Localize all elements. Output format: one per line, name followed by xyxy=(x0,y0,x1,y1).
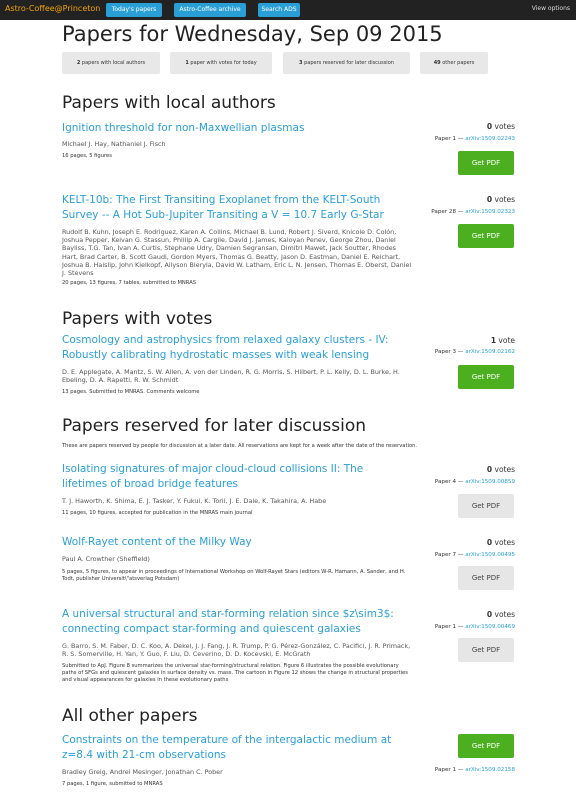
get-pdf-button[interactable]: Get PDF xyxy=(458,224,514,248)
paper-title[interactable]: Constraints on the temperature of the in… xyxy=(62,733,407,763)
arxiv-link[interactable]: arXiv:1509.02243 xyxy=(465,136,515,142)
paper-authors: Bradley Greig, Andrei Mesinger, Jonathan… xyxy=(62,768,223,776)
section-heading-local: Papers with local authors xyxy=(62,93,276,113)
get-pdf-button[interactable]: Get PDF xyxy=(458,566,514,590)
paper-title[interactable]: A universal structural and star-forming … xyxy=(62,607,407,637)
paper-comment: 5 pages, 5 figures, to appear in proceed… xyxy=(62,569,406,583)
paper-reference: Paper 1 — arXiv:1509.02158 xyxy=(434,767,515,773)
vote-count: 0 votes xyxy=(486,465,515,474)
section-heading-other: All other papers xyxy=(62,706,198,726)
vote-count: 1 vote xyxy=(490,336,515,345)
search-ads-button[interactable]: Search ADS xyxy=(258,3,300,17)
get-pdf-button[interactable]: Get PDF xyxy=(458,365,514,389)
paper-title[interactable]: Ignition threshold for non-Maxwellian pl… xyxy=(62,121,407,136)
paper-authors: T. J. Haworth, K. Shima, E. J. Tasker, Y… xyxy=(62,497,327,505)
paper-reference: Paper 1 — arXiv:1509.00469 xyxy=(434,624,515,630)
paper-title[interactable]: Cosmology and astrophysics from relaxed … xyxy=(62,333,407,363)
arxiv-link[interactable]: arXiv:1509.02323 xyxy=(465,209,515,215)
summary-reserved[interactable]: 3 papers reserved for later discussion xyxy=(283,52,410,74)
paper-reference: Paper 4 — arXiv:1509.00859 xyxy=(434,479,515,485)
arxiv-link[interactable]: arXiv:1509.00859 xyxy=(465,479,515,485)
paper-comment: 7 pages, 1 figure, submitted to MNRAS xyxy=(62,781,163,787)
paper-authors: G. Barro, S. M. Faber, D. C. Koo, A. Dek… xyxy=(62,642,411,659)
paper-comment: 16 pages, 5 figures xyxy=(62,153,112,159)
arxiv-link[interactable]: arXiv:1509.02158 xyxy=(465,767,515,773)
get-pdf-button[interactable]: Get PDF xyxy=(458,638,514,662)
vote-count: 0 votes xyxy=(486,538,515,547)
paper-authors: D. E. Applegate, A. Mantz, S. W. Allen, … xyxy=(62,368,400,385)
paper-comment: Submitted to ApJ. Figure 8 summarizes th… xyxy=(62,663,408,684)
get-pdf-button[interactable]: Get PDF xyxy=(458,494,514,518)
paper-comment: 20 pages, 13 figures, 7 tables, submitte… xyxy=(62,280,197,286)
paper-reference: Paper 3 — arXiv:1509.02162 xyxy=(434,349,515,355)
summary-other[interactable]: 49 other papers xyxy=(420,52,488,74)
arxiv-link[interactable]: arXiv:1509.02162 xyxy=(465,349,515,355)
paper-authors: Paul A. Crowther (Sheffield) xyxy=(62,555,150,563)
vote-count: 0 votes xyxy=(486,195,515,204)
arxiv-link[interactable]: arXiv:1509.00469 xyxy=(465,624,515,630)
section-heading-votes: Papers with votes xyxy=(62,309,213,329)
archive-button[interactable]: Astro-Coffee archive xyxy=(174,3,246,17)
summary-votes[interactable]: 1 paper with votes for today xyxy=(170,52,272,74)
paper-comment: 13 pages. Submitted to MNRAS. Comments w… xyxy=(62,389,200,395)
page-title: Papers for Wednesday, Sep 09 2015 xyxy=(62,22,443,46)
summary-local-authors[interactable]: 2 papers with local authors xyxy=(62,52,160,74)
view-options-link[interactable]: View options xyxy=(532,5,570,12)
paper-title[interactable]: KELT-10b: The First Transiting Exoplanet… xyxy=(62,193,407,223)
paper-authors: Michael J. Hay, Nathaniel J. Fisch xyxy=(62,140,166,148)
paper-title[interactable]: Wolf-Rayet content of the Milky Way xyxy=(62,535,407,550)
arxiv-link[interactable]: arXiv:1509.00495 xyxy=(465,552,515,558)
reserved-description: These are papers reserved by people for … xyxy=(62,443,418,449)
get-pdf-button[interactable]: Get PDF xyxy=(458,734,514,758)
paper-reference: Paper 1 — arXiv:1509.02243 xyxy=(434,136,515,142)
vote-count: 0 votes xyxy=(486,122,515,131)
paper-title[interactable]: Isolating signatures of major cloud-clou… xyxy=(62,462,407,492)
todays-papers-button[interactable]: Today's papers xyxy=(106,3,162,17)
section-heading-reserved: Papers reserved for later discussion xyxy=(62,416,367,436)
paper-reference: Paper 28 — arXiv:1509.02323 xyxy=(431,209,515,215)
get-pdf-button[interactable]: Get PDF xyxy=(458,151,514,175)
brand-link[interactable]: Astro-Coffee@Princeton xyxy=(5,4,100,13)
vote-count: 0 votes xyxy=(486,610,515,619)
paper-reference: Paper 7 — arXiv:1509.00495 xyxy=(434,552,515,558)
navbar: Astro-Coffee@Princeton Today's papers As… xyxy=(0,0,576,20)
paper-comment: 11 pages, 10 figures, accepted for publi… xyxy=(62,510,253,516)
paper-authors: Rudolf B. Kuhn, Joseph E. Rodriguez, Kar… xyxy=(62,228,412,278)
